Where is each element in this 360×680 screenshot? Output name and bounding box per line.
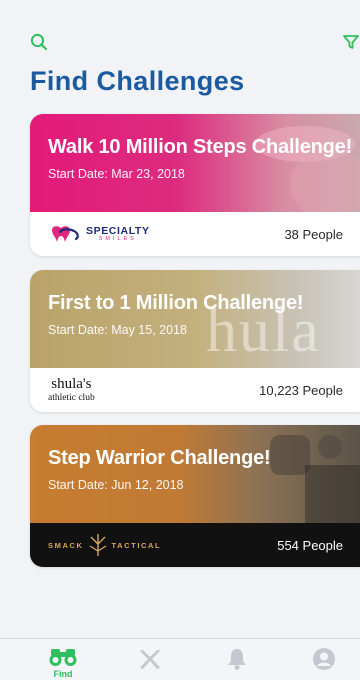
filter-icon xyxy=(343,35,359,49)
challenge-card-walk-10-million[interactable]: Walk 10 Million Steps Challenge! Start D… xyxy=(30,114,360,256)
challenge-start-date: Start Date: Mar 23, 2018 xyxy=(48,167,185,181)
sponsor-subname: TACTICAL xyxy=(111,540,162,550)
tab-profile[interactable] xyxy=(306,647,342,679)
hero-photo-shape xyxy=(270,435,360,523)
challenge-title: Walk 10 Million Steps Challenge! xyxy=(48,136,353,158)
tab-find-label: Find xyxy=(53,669,73,679)
challenge-start-date: Start Date: May 15, 2018 xyxy=(48,323,187,337)
top-bar xyxy=(0,30,360,56)
sponsor-name: SPECIALTY xyxy=(86,224,150,237)
challenge-title: Step Warrior Challenge! xyxy=(48,447,271,469)
tooth-logo-icon xyxy=(52,226,79,242)
sponsor-name: shula's xyxy=(51,375,92,392)
trident-logo-icon xyxy=(89,534,106,556)
sponsor-logo-specialty-smiles: SPECIALTY SMILES xyxy=(48,224,150,244)
challenge-card-step-warrior[interactable]: Step Warrior Challenge! Start Date: Jun … xyxy=(30,425,360,567)
challenge-hero: Step Warrior Challenge! Start Date: Jun … xyxy=(30,425,360,523)
participant-count: 38 People xyxy=(284,226,343,242)
hero-photo-shape xyxy=(255,126,360,212)
crossed-swords-icon xyxy=(140,650,160,670)
challenge-footer: SPECIALTY SMILES 38 People xyxy=(30,212,360,256)
tab-notifications[interactable] xyxy=(219,647,255,679)
sponsor-subname: athletic club xyxy=(48,392,95,403)
challenge-card-first-to-1-million[interactable]: hula First to 1 Million Challenge! Start… xyxy=(30,270,360,412)
challenge-footer: SMACK TACTICAL 554 People xyxy=(30,523,360,567)
challenge-start-date: Start Date: Jun 12, 2018 xyxy=(48,478,184,492)
challenge-hero: Walk 10 Million Steps Challenge! Start D… xyxy=(30,114,360,212)
participant-count: 554 People xyxy=(277,537,343,553)
binoculars-icon xyxy=(49,649,77,666)
profile-icon xyxy=(313,648,335,670)
find-challenges-screen: Find Challenges Walk 10 Million Steps Ch… xyxy=(0,0,360,680)
tab-find[interactable]: Find xyxy=(45,647,81,679)
bottom-tab-bar: Find xyxy=(0,638,360,680)
participant-count: 10,223 People xyxy=(259,382,343,398)
filter-button[interactable] xyxy=(339,30,360,54)
sponsor-logo-shulas: shula's athletic club xyxy=(48,375,95,404)
sponsor-logo-smack-tactical: SMACK TACTICAL xyxy=(48,532,161,558)
sponsor-subname: SMILES xyxy=(98,236,137,242)
bell-icon xyxy=(228,649,246,670)
challenge-footer: shula's athletic club 10,223 People xyxy=(30,368,360,412)
sponsor-name: SMACK xyxy=(48,540,84,550)
tab-battle[interactable] xyxy=(132,647,168,679)
page-title: Find Challenges xyxy=(30,66,245,96)
search-button[interactable] xyxy=(27,30,51,54)
search-icon xyxy=(30,33,48,51)
challenge-title: First to 1 Million Challenge! xyxy=(48,292,304,314)
challenge-hero: hula First to 1 Million Challenge! Start… xyxy=(30,270,360,368)
